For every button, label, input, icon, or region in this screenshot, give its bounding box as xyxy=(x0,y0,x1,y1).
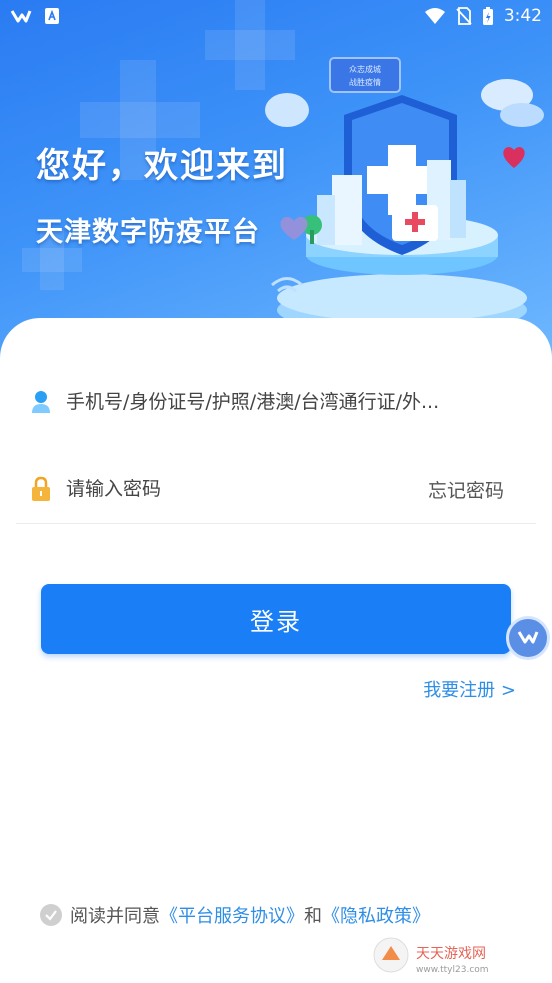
user-icon xyxy=(30,389,52,415)
privacy-policy-link[interactable]: 《隐私政策》 xyxy=(322,902,430,928)
floating-assist-button[interactable] xyxy=(506,616,550,660)
forgot-password-link[interactable]: 忘记密码 xyxy=(428,476,504,503)
heart-icon xyxy=(280,216,308,240)
hero-banner: 3:42 您好，欢迎来到 天津数字防疫平台 众志成城 战胜疫情 xyxy=(0,0,552,360)
greeting-title: 您好，欢迎来到 xyxy=(36,146,288,186)
decor-cross xyxy=(22,248,82,272)
sign-text-1: 众志成城 xyxy=(349,64,381,74)
register-link[interactable]: 我要注册 > xyxy=(423,676,516,702)
service-agreement-link[interactable]: 《平台服务协议》 xyxy=(160,902,304,928)
status-bar: 3:42 xyxy=(0,0,552,32)
greeting-subtitle: 天津数字防疫平台 xyxy=(36,217,260,248)
password-input[interactable] xyxy=(66,478,428,500)
divider xyxy=(16,523,536,524)
no-sim-icon xyxy=(456,7,472,25)
lock-icon xyxy=(30,476,52,502)
decor-cross xyxy=(80,102,200,138)
watermark-url: www.ttyl23.com xyxy=(416,965,489,975)
status-time: 3:42 xyxy=(503,6,542,26)
watermark-text: 天天游戏网 xyxy=(416,946,486,962)
wifi-icon xyxy=(424,8,445,24)
check-icon xyxy=(45,910,57,921)
password-field-row: 忘记密码 xyxy=(30,459,526,519)
battery-charging-icon xyxy=(482,7,493,25)
agreement-row: 阅读并同意 《平台服务协议》 和 《隐私政策》 xyxy=(40,902,430,928)
login-card: 忘记密码 登录 我要注册 > 阅读并同意 《平台服务协议》 和 《隐私政策》 天… xyxy=(0,318,552,983)
agreement-and: 和 xyxy=(304,906,322,927)
site-watermark-logo: 天天游戏网 www.ttyl23.com xyxy=(373,937,489,975)
assist-logo-icon xyxy=(517,631,539,644)
epidemic-prevention-illustration: 众志成城 战胜疫情 xyxy=(265,57,544,334)
sign-text-2: 战胜疫情 xyxy=(349,77,381,87)
login-button[interactable]: 登录 xyxy=(41,584,511,654)
app-logo-icon xyxy=(10,10,32,23)
phone-field-row xyxy=(30,372,526,432)
notification-a-icon xyxy=(45,8,59,24)
account-input[interactable] xyxy=(66,391,526,413)
agreement-checkbox[interactable] xyxy=(40,904,62,926)
agreement-prefix: 阅读并同意 xyxy=(70,906,160,927)
